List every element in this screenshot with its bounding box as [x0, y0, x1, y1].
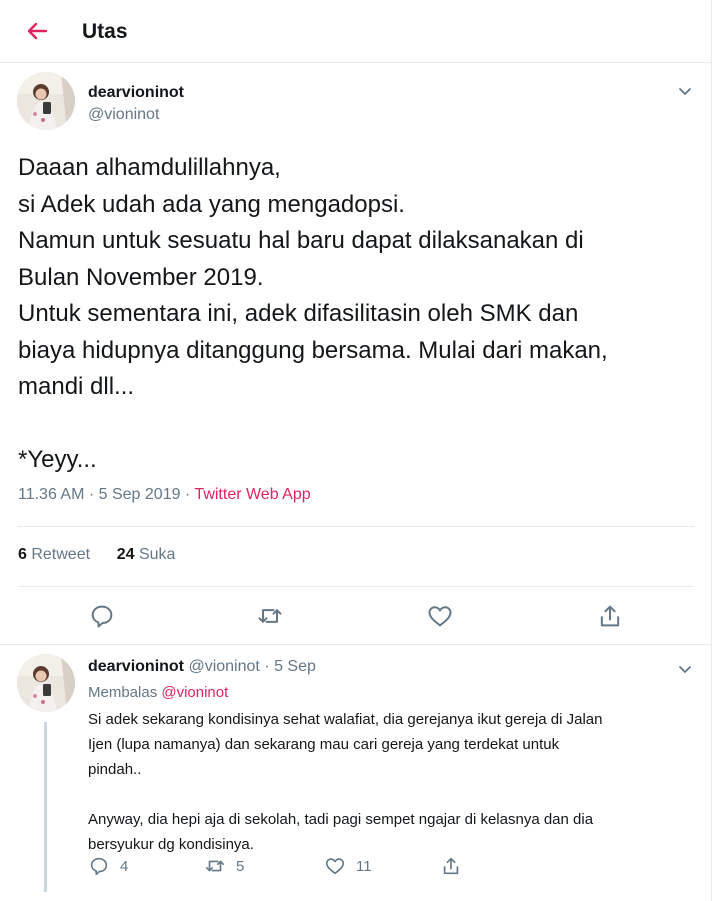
like-stat[interactable]: 24 Suka	[117, 546, 176, 563]
like-count: 24	[116, 546, 135, 563]
reply-share-button[interactable]	[440, 855, 472, 877]
reply-header: dearvioninot @vioninot · 5 Sep	[88, 658, 316, 676]
reply-text-line: Ijen (lupa namanya) dan sekarang mau car…	[88, 736, 560, 753]
tweet-text-line: Namun untuk sesuatu hal baru dapat dilak…	[18, 227, 584, 254]
tweet-text-line: Daaan alhamdulillahnya,	[18, 154, 281, 181]
reply-count: 4	[120, 857, 129, 875]
replying-to: Membalas @vioninot	[88, 684, 228, 701]
tweet-stats: 6 Retweet 24 Suka	[18, 546, 175, 564]
chevron-down-icon[interactable]	[676, 660, 694, 678]
like-label: Suka	[134, 546, 176, 563]
reply-retweet-count: 5	[236, 857, 245, 875]
reply-handle-time[interactable]: @vioninot · 5 Sep	[184, 658, 315, 675]
divider	[18, 586, 694, 587]
retweet-stat[interactable]: 6 Retweet	[18, 546, 90, 563]
reply-like-button[interactable]: 11	[324, 855, 372, 877]
reply-text-line: Si adek sekarang kondisinya sehat walafi…	[88, 711, 603, 728]
tweet-text-line: mandi dll...	[18, 373, 135, 400]
retweet-icon[interactable]	[256, 602, 284, 630]
reply-icon	[90, 857, 108, 876]
like-icon	[325, 858, 345, 875]
replying-label: Membalas	[88, 684, 162, 701]
avatar[interactable]	[17, 72, 75, 130]
back-arrow-icon[interactable]	[22, 16, 52, 46]
tweet-text-line: si Adek udah ada yang mengadopsi.	[18, 190, 405, 218]
share-icon	[443, 857, 459, 875]
reply-author-name[interactable]: dearvioninot	[88, 658, 184, 675]
reply-icon[interactable]	[88, 602, 116, 630]
reply-text-line: Anyway, dia hepi aja di sekolah, tadi pa…	[88, 811, 594, 828]
replying-mention[interactable]: @vioninot	[161, 684, 228, 701]
reply-avatar[interactable]	[17, 654, 75, 712]
tweet-text: Daaan alhamdulillahnya, si Adek udah ada…	[18, 150, 698, 479]
divider	[18, 526, 694, 527]
share-icon[interactable]	[596, 602, 624, 630]
thread-line	[44, 722, 47, 892]
retweet-icon	[205, 860, 225, 872]
reply-text-line	[88, 782, 708, 807]
reply-text: Si adek sekarang kondisinya sehat walafi…	[88, 707, 708, 857]
reply-like-count: 11	[356, 857, 372, 875]
reply-reply-button[interactable]: 4	[88, 855, 128, 877]
chevron-down-icon[interactable]	[676, 82, 694, 100]
tweet-text-line: Bulan November 2019.	[18, 263, 264, 291]
tweet-source[interactable]: Twitter Web App	[194, 486, 310, 503]
tweet-text-line: biaya hidupnya ditanggung bersama. Mulai…	[18, 336, 608, 364]
retweet-label: Retweet	[26, 546, 91, 563]
tweet-author-handle[interactable]: @vioninot	[88, 106, 159, 124]
frame-border	[711, 0, 712, 901]
tweet-text-line: *Yeyy...	[18, 446, 97, 473]
header-bar: Utas	[0, 0, 712, 63]
tweet-timestamp[interactable]: 11.36 AM · 5 Sep 2019 ·	[18, 486, 194, 503]
tweet-meta: 11.36 AM · 5 Sep 2019 · Twitter Web App	[18, 486, 311, 504]
tweet-text-line: Untuk sementara ini, adek difasilitasin …	[18, 300, 579, 327]
reply-retweet-button[interactable]: 5	[204, 855, 244, 877]
reply-text-line: bersyukur dg kondisinya.	[88, 836, 254, 853]
divider	[0, 644, 712, 645]
tweet-text-line	[18, 406, 698, 443]
like-icon[interactable]	[426, 602, 454, 630]
tweet-author-name[interactable]: dearvioninot	[88, 84, 184, 102]
reply-text-line: pindah..	[88, 761, 142, 778]
retweet-count: 6	[18, 546, 27, 563]
page-title: Utas	[82, 20, 128, 43]
